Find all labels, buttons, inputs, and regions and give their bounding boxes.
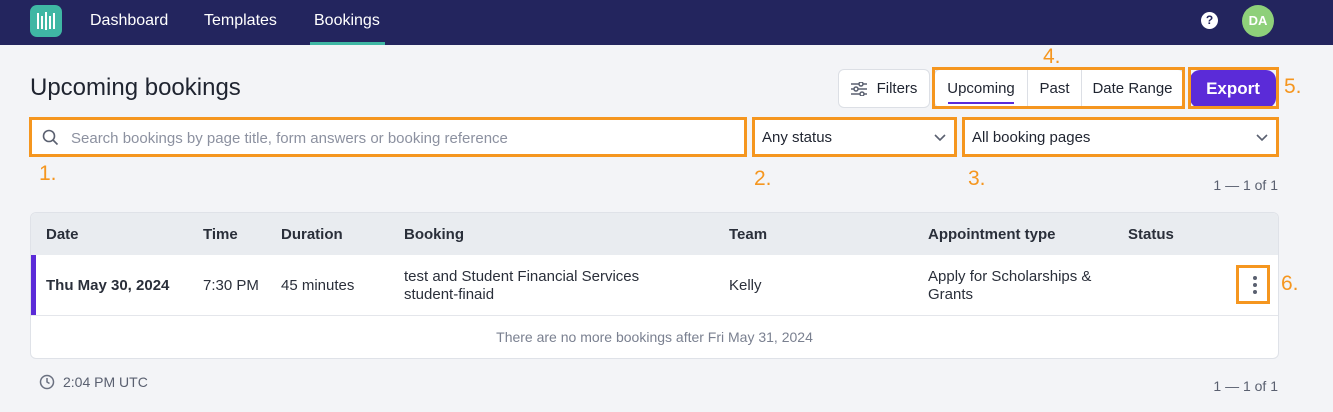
- column-header-team: Team: [729, 226, 768, 243]
- table-row[interactable]: Thu May 30, 2024 7:30 PM 45 minutes test…: [31, 255, 1278, 316]
- annotation-box-4: [932, 67, 1185, 109]
- booking-slug: student-finaid: [404, 286, 495, 303]
- sliders-icon: [850, 81, 867, 96]
- booking-appointment-type: Apply for Scholarships & Grants: [928, 268, 1092, 303]
- annotation-label-5: 5.: [1284, 75, 1302, 98]
- column-header-status: Status: [1128, 226, 1174, 243]
- bookings-table: Date Time Duration Booking Team Appointm…: [30, 212, 1279, 359]
- column-header-date: Date: [46, 226, 79, 243]
- annotation-box-1: [29, 117, 747, 157]
- annotation-label-6: 6.: [1281, 272, 1299, 295]
- user-avatar[interactable]: DA: [1242, 5, 1274, 37]
- app-logo-icon[interactable]: [30, 5, 62, 37]
- timezone-indicator: 2:04 PM UTC: [39, 374, 148, 390]
- filters-button[interactable]: Filters: [838, 69, 930, 108]
- column-header-duration: Duration: [281, 226, 343, 243]
- annotation-box-2: [752, 117, 957, 157]
- no-more-bookings-message: There are no more bookings after Fri May…: [496, 329, 813, 345]
- column-header-appointment-type: Appointment type: [928, 226, 1056, 243]
- booking-time: 7:30 PM: [203, 277, 259, 294]
- annotation-box-5: [1188, 67, 1279, 109]
- annotation-box-6: [1236, 265, 1270, 304]
- help-icon[interactable]: ?: [1201, 12, 1218, 29]
- annotation-label-2: 2.: [754, 167, 772, 190]
- page-title: Upcoming bookings: [30, 74, 241, 101]
- annotation-label-4: 4.: [1043, 45, 1061, 68]
- booking-duration: 45 minutes: [281, 277, 355, 294]
- pagination-count-top: 1 — 1 of 1: [1213, 177, 1278, 193]
- row-accent-bar: [31, 255, 36, 315]
- annotation-label-1: 1.: [39, 162, 57, 185]
- booking-team: Kelly: [729, 277, 762, 294]
- pagination-count-bottom: 1 — 1 of 1: [1213, 378, 1278, 394]
- nav-templates[interactable]: Templates: [204, 0, 277, 45]
- column-header-booking: Booking: [404, 226, 464, 243]
- column-header-time: Time: [203, 226, 238, 243]
- booking-title[interactable]: test and Student Financial Services: [404, 268, 639, 285]
- clock-icon: [39, 374, 55, 390]
- nav-dashboard[interactable]: Dashboard: [90, 0, 168, 45]
- annotation-box-3: [962, 117, 1279, 157]
- timezone-text: 2:04 PM UTC: [63, 374, 148, 390]
- filters-label: Filters: [876, 80, 918, 97]
- table-header: Date Time Duration Booking Team Appointm…: [31, 213, 1278, 255]
- annotation-label-3: 3.: [968, 167, 986, 190]
- nav-bookings[interactable]: Bookings: [310, 0, 385, 45]
- booking-date: Thu May 30, 2024: [46, 277, 170, 294]
- top-navigation-bar: Dashboard Templates Bookings ? DA: [0, 0, 1333, 45]
